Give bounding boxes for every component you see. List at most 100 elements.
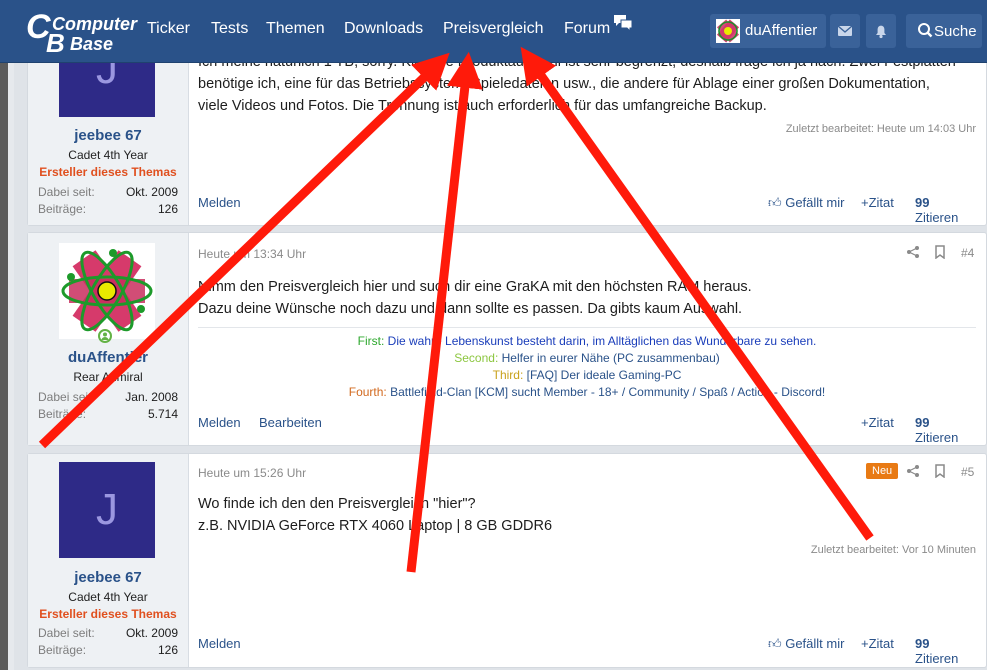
signature-label: Third: (492, 368, 524, 382)
signature-label: First: (357, 334, 385, 348)
report-button[interactable]: Melden (198, 636, 241, 651)
reply-button[interactable]: 99 Zitieren (915, 636, 976, 666)
post-author-name[interactable]: duAffentier (28, 349, 188, 366)
nav-item-downloads[interactable]: Downloads (344, 20, 423, 38)
messages-button[interactable] (830, 14, 860, 48)
share-icon[interactable] (906, 464, 920, 478)
edited-note: Zuletzt bearbeitet: Heute um 14:03 Uhr (785, 123, 976, 135)
post-body: Heute um 13:34 Uhr #4 Nimm den Preisverg… (198, 233, 976, 445)
signature-link[interactable]: [FAQ] Der ideale Gaming-PC (527, 368, 682, 382)
avatar (716, 19, 740, 43)
online-status-icon (98, 329, 112, 343)
joined-value: Okt. 2009 (125, 185, 178, 199)
signature-link[interactable]: Helfer in eurer Nähe (PC zusammenbau) (502, 351, 720, 365)
thread-starter-badge: Ersteller dieses Themas (39, 607, 177, 621)
new-badge: Neu (866, 463, 899, 479)
post-4: duAffentier Rear Admiral Dabei seit: Jan… (27, 232, 987, 446)
joined-value: Okt. 2009 (125, 626, 178, 640)
reply-button[interactable]: 99 Zitieren (915, 415, 976, 445)
posts-label: Beiträge: (38, 643, 87, 657)
nav-item-tests[interactable]: Tests (211, 20, 248, 38)
report-button[interactable]: Melden (198, 415, 241, 430)
thumbs-up-icon: 👍︎ (768, 195, 782, 210)
nav-item-preisvergleich[interactable]: Preisvergleich (443, 20, 543, 38)
quote-button[interactable]: +Zitat (861, 636, 894, 651)
search-label: Suche (934, 23, 977, 40)
reply-button[interactable]: 99 Zitieren (915, 195, 976, 225)
share-icon[interactable] (906, 245, 920, 259)
quote-button[interactable]: +Zitat (861, 195, 894, 210)
signature-link[interactable]: Battlefield-Clan [KCM] sucht Member - 18… (390, 385, 825, 399)
user-rank: Cadet 4th Year (68, 148, 148, 162)
signature-line-3: Third: [FAQ] Der ideale Gaming-PC (198, 368, 976, 382)
bell-icon (876, 25, 886, 39)
search-icon (918, 23, 933, 38)
posts-value: 126 (157, 643, 178, 657)
quote-icon: 99 (915, 195, 930, 210)
user-rank: Cadet 4th Year (68, 590, 148, 604)
left-edge-bar (0, 0, 8, 670)
post-user-panel: duAffentier Rear Admiral Dabei seit: Jan… (28, 233, 189, 445)
chat-bubbles-icon (614, 15, 633, 32)
like-button[interactable]: 👍︎ Gefällt mir (768, 636, 844, 652)
post-text-line: viele Videos und Fotos. Die Trennung ist… (198, 98, 767, 114)
posts-value: 126 (157, 202, 178, 216)
post-text-line: Nimm den Preisvergleich hier und such di… (198, 279, 752, 295)
avatar[interactable] (59, 243, 155, 339)
posts-label: Beiträge: (38, 202, 87, 216)
quote-icon: 99 (915, 636, 930, 651)
post-number[interactable]: #4 (961, 246, 974, 260)
username-label: duAffentier (745, 22, 818, 39)
joined-label: Dabei seit: (38, 185, 95, 199)
posts-label: Beiträge: (38, 407, 87, 421)
logo-letter-b: B (46, 28, 65, 58)
user-menu[interactable]: duAffentier (710, 14, 826, 48)
post-text: Nimm den Preisvergleich hier und such di… (198, 276, 976, 320)
joined-label: Dabei seit: (38, 390, 95, 404)
post-text: Wo finde ich den den Preisvergleich "hie… (198, 493, 976, 537)
quote-icon: 99 (915, 415, 930, 430)
post-text-line: Wo finde ich den den Preisvergleich "hie… (198, 496, 476, 512)
post-text-line: benötige ich, eine für das Betriebssyste… (198, 76, 930, 92)
thread-starter-badge: Ersteller dieses Themas (39, 165, 177, 179)
report-button[interactable]: Melden (198, 195, 241, 210)
user-rank: Rear Admiral (73, 370, 143, 384)
signature-line-1: First: Die wahre Lebenskunst besteht dar… (198, 334, 976, 348)
post-date[interactable]: Heute um 13:34 Uhr (198, 247, 306, 261)
thumbs-up-icon: 👍︎ (768, 636, 782, 651)
nav-item-ticker[interactable]: Ticker (147, 20, 190, 38)
reply-label: Zitieren (915, 651, 959, 666)
like-label: Gefällt mir (785, 636, 845, 651)
bookmark-icon[interactable] (934, 245, 946, 259)
signature-line-2: Second: Helfer in eurer Nähe (PC zusamme… (198, 351, 976, 365)
post-body: Heute um 15:26 Uhr Neu #5 Wo finde ich d… (198, 454, 976, 667)
nav-item-forum[interactable]: Forum (564, 20, 610, 38)
signature-link[interactable]: Die wahre Lebenskunst besteht darin, im … (388, 334, 817, 348)
computerbase-logo[interactable]: C Computer B Base (22, 8, 137, 58)
bookmark-icon[interactable] (934, 464, 946, 478)
post-date[interactable]: Heute um 15:26 Uhr (198, 466, 306, 480)
edited-note: Zuletzt bearbeitet: Vor 10 Minuten (810, 544, 976, 556)
alerts-button[interactable] (866, 14, 896, 48)
edit-button[interactable]: Bearbeiten (259, 415, 322, 430)
search-button[interactable]: Suche (906, 14, 982, 48)
reply-label: Zitieren (915, 430, 959, 445)
post-text-line: Dazu deine Wünsche noch dazu und dann so… (198, 301, 743, 317)
like-label: Gefällt mir (785, 195, 845, 210)
top-navigation: C Computer B Base Ticker Tests Themen Do… (0, 0, 987, 63)
signature-line-4: Fourth: Battlefield-Clan [KCM] sucht Mem… (198, 385, 976, 399)
like-button[interactable]: 👍︎ Gefällt mir (768, 195, 844, 211)
reply-label: Zitieren (915, 210, 959, 225)
avatar[interactable]: J (59, 462, 155, 558)
post-author-name[interactable]: jeebee 67 (28, 127, 188, 144)
joined-label: Dabei seit: (38, 626, 95, 640)
quote-button[interactable]: +Zitat (861, 415, 894, 430)
signature-label: Second: (454, 351, 499, 365)
post-5: J jeebee 67 Cadet 4th Year Ersteller die… (27, 453, 987, 668)
nav-item-themen[interactable]: Themen (266, 20, 325, 38)
left-edge-gap (8, 0, 14, 670)
post-user-panel: J jeebee 67 Cadet 4th Year Ersteller die… (28, 454, 189, 667)
post-author-name[interactable]: jeebee 67 (28, 569, 188, 586)
post-number[interactable]: #5 (961, 465, 974, 479)
signature-label: Fourth: (348, 385, 387, 399)
